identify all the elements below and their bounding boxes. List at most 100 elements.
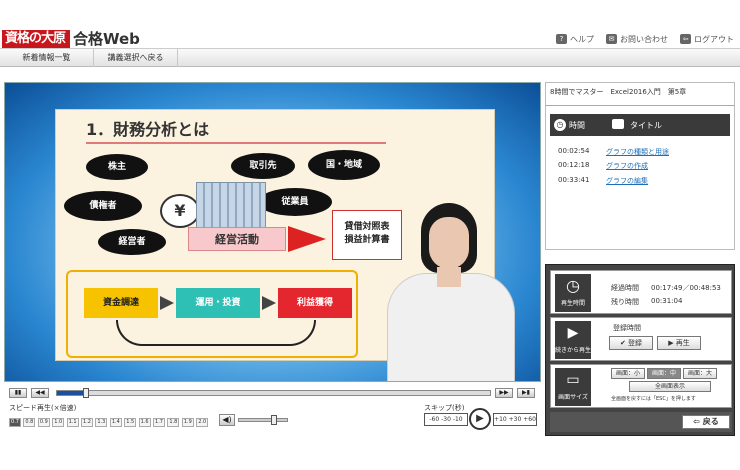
course-title: 8時間でマスター Excel2016入門 第5章 [550,88,687,96]
resume-section: ▶ 続きから再生 登録時間 ✔ 登録 ▶ 再生 [550,317,732,361]
play-time-label: 再生時間 [560,300,585,307]
skip-back-60[interactable]: -60 [429,416,439,423]
seek-progress [57,391,83,395]
register-time-label: 登録時間 [613,324,641,332]
register-button[interactable]: ✔ 登録 [609,336,653,350]
speed-option[interactable]: 1.6 [138,418,151,427]
skip-forward-60[interactable]: +60 [523,416,536,423]
speed-option[interactable]: 2.0 [196,418,209,427]
speed-option[interactable]: 1.0 [52,418,65,427]
chapter-time-2: 00:12:18 [558,161,590,169]
remaining-label: 残り時間 [611,298,639,306]
logo-primary: 資格の大原 [2,30,70,48]
elapsed-value: 00:17:49／00:48:53 [651,284,721,292]
logout-label: ログアウト [694,34,734,44]
screen-size-icon: ▭ 画面サイズ [555,368,591,406]
skip-back-10[interactable]: -10 [453,416,463,423]
skip-end-button[interactable]: ▶▮ [517,388,535,398]
lecturer [375,203,525,381]
resume-label: 続きから再生 [555,347,592,354]
screen-size-section: ▭ 画面サイズ 画面：小 画面：中 画面：大 全画面表示 全画面を戻すには「ESC… [550,364,732,408]
flow-profit: 利益獲得 [278,288,352,318]
oval-manager: 経営者 [98,229,166,255]
pause-button[interactable]: ▮▮ [9,388,27,398]
rewind-button[interactable]: ◀◀ [31,388,49,398]
speed-option[interactable]: 1.5 [124,418,137,427]
skip-back-group: -60 -30 -10 [424,413,468,426]
speed-option[interactable]: 1.3 [95,418,108,427]
speed-option[interactable]: 1.4 [109,418,122,427]
speed-option[interactable]: 1.7 [153,418,165,427]
mail-icon: ✉ [606,34,617,44]
yen-icon: ¥ [160,194,200,228]
replay-label: 再生 [675,339,690,347]
col-title: タイトル [630,121,662,130]
oval-supplier: 取引先 [231,153,295,179]
top-links: ? ヘルプ ✉ お問い合わせ ⇦ ログアウト [556,32,734,46]
fullscreen-button[interactable]: 全画面表示 [629,381,711,392]
logo-secondary: 合格Web [73,30,140,48]
chapter-time-1: 00:02:54 [558,147,590,155]
info-panel: ◷ 再生時間 経過時間 00:17:49／00:48:53 残り時間 00:31:… [545,264,735,436]
remaining-value: 00:31:04 [651,297,683,305]
volume-icon[interactable]: ◀) [219,414,235,426]
logout-link[interactable]: ⇦ ログアウト [680,32,734,46]
nav-news[interactable]: 新着情報一覧 [0,49,94,67]
size-large-button[interactable]: 画面：大 [683,368,717,379]
speed-option[interactable]: 0.7 [9,418,21,427]
speed-label: スピード再生(×倍速) [9,404,77,412]
speed-option[interactable]: 0.9 [37,418,50,427]
chapter-table-header: ◷ 時間 タイトル [550,114,730,136]
speed-option[interactable]: 1.1 [66,418,79,427]
elapsed-label: 経過時間 [611,284,639,292]
speech-icon [612,119,624,129]
size-medium-button[interactable]: 画面：中 [647,368,681,379]
play-button[interactable]: ▶ [469,408,491,430]
screen-size-label: 画面サイズ [558,394,588,401]
seek-bar[interactable] [56,388,491,398]
speed-option[interactable]: 1.9 [181,418,194,427]
speed-option[interactable]: 0.8 [23,418,36,427]
back-button[interactable]: ⇦ 戻る [682,415,730,429]
play-time-icon: ◷ 再生時間 [555,274,591,312]
skip-forward-10[interactable]: +10 [494,416,507,423]
col-time: 時間 [569,121,585,130]
size-small-button[interactable]: 画面：小 [611,368,645,379]
business-activity-box: 経営活動 [188,227,286,251]
chapter-link-3[interactable]: グラフの編集 [606,176,648,186]
clock-icon: ◷ [554,119,566,131]
oval-shareholder: 株主 [86,154,148,180]
help-link[interactable]: ? ヘルプ [556,32,594,46]
logout-icon: ⇦ [680,34,691,44]
video-player[interactable]: 1．財務分析とは 株主 取引先 国・地域 債権者 従業員 経営者 ¥ 経営活動 … [4,82,541,382]
slide-title: 1．財務分析とは [86,120,210,139]
nav-bar: 新着情報一覧 講義選択へ戻る [0,48,740,67]
volume-slider[interactable] [238,415,288,425]
contact-label: お問い合わせ [620,34,668,44]
skip-forward-30[interactable]: +30 [509,416,522,423]
contact-link[interactable]: ✉ お問い合わせ [606,32,668,46]
arrow-icon [288,226,326,252]
oval-creditor: 債権者 [64,191,142,221]
chapter-time-3: 00:33:41 [558,176,590,184]
seek-handle[interactable] [83,388,90,398]
speed-option[interactable]: 1.2 [81,418,93,427]
flow-fundraising: 資金調達 [84,288,158,318]
player-controls: ▮▮ ◀◀ ▶▶ ▶▮ スピード再生(×倍速) スキップ(秒) ◀) [4,383,541,440]
chapter-link-2[interactable]: グラフの作成 [606,161,648,171]
help-label: ヘルプ [570,34,594,44]
skip-forward-group: +10 +30 +60 [493,413,537,426]
back-label: 戻る [702,417,719,426]
skip-back-30[interactable]: -30 [441,416,451,423]
oval-employee: 従業員 [258,188,332,216]
chapter-pane: 8時間でマスター Excel2016入門 第5章 ◷ 時間 タイトル 00:02… [545,82,735,250]
chapter-link-1[interactable]: グラフの種類と用途 [606,147,669,157]
esc-note: 全画面を戻すには「ESC」を押します [611,396,696,402]
resume-icon[interactable]: ▶ 続きから再生 [555,321,591,359]
speed-option[interactable]: 1.8 [167,418,180,427]
replay-button[interactable]: ▶ 再生 [657,336,701,350]
play-time-section: ◷ 再生時間 経過時間 00:17:49／00:48:53 残り時間 00:31:… [550,270,732,314]
fast-forward-button[interactable]: ▶▶ [495,388,513,398]
nav-back-to-lectures[interactable]: 講義選択へ戻る [94,49,178,67]
volume-handle[interactable] [271,415,277,425]
